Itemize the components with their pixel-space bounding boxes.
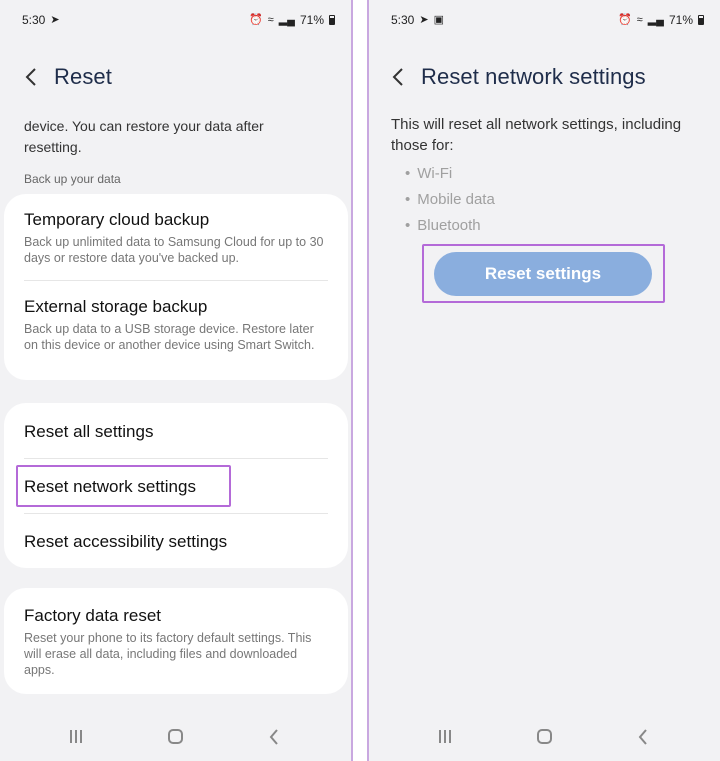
temporary-cloud-backup-item[interactable]: Temporary cloud backup Back up unlimited… bbox=[24, 210, 328, 266]
back-icon[interactable] bbox=[637, 728, 649, 746]
home-icon[interactable] bbox=[168, 729, 183, 744]
gallery-icon: ▣ bbox=[433, 14, 444, 26]
battery-icon bbox=[329, 15, 335, 25]
item-description: Reset your phone to its factory default … bbox=[24, 631, 312, 677]
page-header: Reset bbox=[24, 64, 112, 90]
back-icon[interactable] bbox=[268, 728, 280, 746]
panel-divider bbox=[351, 0, 353, 761]
battery-percent: 71% bbox=[668, 13, 693, 27]
wifi-icon: ≈ bbox=[636, 14, 643, 26]
factory-reset-card: Factory data reset Reset your phone to i… bbox=[4, 588, 348, 694]
alarm-icon: ⏰ bbox=[617, 14, 632, 26]
item-description: Back up unlimited data to Samsung Cloud … bbox=[24, 235, 324, 265]
reset-accessibility-settings-item[interactable]: Reset accessibility settings bbox=[24, 532, 328, 552]
reset-all-settings-item[interactable]: Reset all settings bbox=[24, 422, 328, 442]
wifi-icon: ≈ bbox=[267, 14, 274, 26]
recent-apps-icon[interactable] bbox=[439, 730, 451, 743]
bullet-item: Mobile data bbox=[405, 190, 495, 216]
divider bbox=[24, 280, 328, 281]
send-icon: ➤ bbox=[50, 14, 60, 26]
page-title: Reset bbox=[54, 64, 112, 89]
recent-apps-icon[interactable] bbox=[70, 730, 82, 743]
intro-text: device. You can restore your data after … bbox=[24, 118, 264, 155]
reset-screen: 5:30 ➤ ⏰ ≈ ▂▄ 71% Reset device. You can … bbox=[0, 0, 351, 761]
factory-data-reset-item[interactable]: Factory data reset Reset your phone to i… bbox=[24, 606, 328, 678]
battery-icon bbox=[698, 15, 704, 25]
description-text: This will reset all network settings, in… bbox=[391, 116, 682, 154]
back-arrow-icon[interactable] bbox=[391, 66, 405, 88]
backup-card: Temporary cloud backup Back up unlimited… bbox=[4, 194, 348, 380]
item-title: Factory data reset bbox=[24, 606, 162, 625]
section-label-backup: Back up your data bbox=[24, 172, 121, 186]
send-icon: ➤ bbox=[419, 14, 429, 26]
highlight-box bbox=[16, 465, 231, 507]
item-title: Reset accessibility settings bbox=[24, 532, 228, 551]
external-storage-backup-item[interactable]: External storage backup Back up data to … bbox=[24, 297, 328, 353]
item-title: External storage backup bbox=[24, 297, 208, 316]
navigation-bar bbox=[0, 711, 351, 761]
bullet-item: Wi-Fi bbox=[405, 164, 495, 190]
status-time: 5:30 bbox=[391, 13, 415, 27]
navigation-bar bbox=[369, 711, 720, 761]
page-header: Reset network settings bbox=[391, 64, 646, 90]
home-icon[interactable] bbox=[537, 729, 552, 744]
back-arrow-icon[interactable] bbox=[24, 66, 38, 88]
signal-icon: ▂▄ bbox=[647, 14, 664, 26]
signal-icon: ▂▄ bbox=[278, 14, 295, 26]
divider bbox=[24, 513, 328, 514]
bullet-list: Wi-Fi Mobile data Bluetooth bbox=[405, 164, 495, 242]
highlight-box bbox=[422, 244, 665, 303]
reset-network-settings-screen: 5:30 ➤ ▣ ⏰ ≈ ▂▄ 71% Reset network settin… bbox=[369, 0, 720, 761]
alarm-icon: ⏰ bbox=[248, 14, 263, 26]
page-title: Reset network settings bbox=[421, 64, 646, 89]
item-title: Temporary cloud backup bbox=[24, 210, 210, 229]
item-description: Back up data to a USB storage device. Re… bbox=[24, 322, 315, 352]
status-bar: 5:30 ➤ ▣ ⏰ ≈ ▂▄ 71% bbox=[369, 0, 720, 38]
battery-percent: 71% bbox=[299, 13, 324, 27]
status-time: 5:30 bbox=[22, 13, 46, 27]
divider bbox=[24, 458, 328, 459]
status-bar: 5:30 ➤ ⏰ ≈ ▂▄ 71% bbox=[0, 0, 351, 38]
bullet-item: Bluetooth bbox=[405, 216, 495, 242]
item-title: Reset all settings bbox=[24, 422, 154, 441]
